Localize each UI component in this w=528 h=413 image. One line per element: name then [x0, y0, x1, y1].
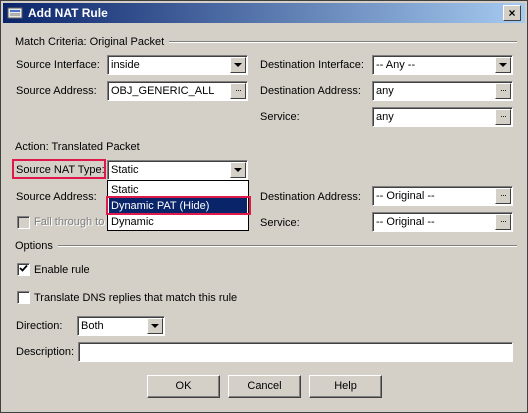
option-dynamic[interactable]: Dynamic	[109, 214, 247, 230]
source-interface-select[interactable]: inside	[107, 55, 248, 75]
translate-dns-checkbox[interactable]	[17, 291, 30, 304]
destination-address-value: any	[376, 85, 394, 97]
enable-rule-label: Enable rule	[34, 264, 90, 276]
destination-interface-select[interactable]: -- Any --	[372, 55, 513, 75]
ok-button[interactable]: OK	[147, 375, 220, 398]
service-label: Service:	[260, 111, 300, 123]
translated-service-label: Service:	[260, 217, 300, 229]
service-value: any	[376, 111, 394, 123]
description-label: Description:	[16, 346, 75, 358]
checkmark-icon	[19, 264, 28, 272]
destination-interface-label: Destination Interface:	[260, 59, 364, 71]
service-field[interactable]: any ···	[372, 107, 513, 127]
close-button[interactable]: ×	[503, 5, 521, 21]
highlight-outline	[106, 196, 251, 215]
translated-service-value: -- Original --	[376, 216, 435, 228]
chevron-down-icon[interactable]	[495, 57, 511, 73]
direction-value: Both	[81, 320, 104, 332]
translate-dns-label: Translate DNS replies that match this ru…	[34, 292, 238, 304]
ellipsis-browse-icon[interactable]: ···	[495, 109, 511, 125]
ellipsis-browse-icon[interactable]: ···	[495, 214, 511, 230]
title-bar[interactable]: Add NAT Rule ×	[3, 3, 525, 23]
options-title: Options	[15, 240, 53, 252]
translated-destination-address-label: Destination Address:	[260, 191, 361, 203]
destination-interface-value: -- Any --	[376, 59, 416, 71]
ellipsis-browse-icon[interactable]: ···	[495, 83, 511, 99]
enable-rule-checkbox[interactable]	[17, 263, 30, 276]
cancel-button[interactable]: Cancel	[228, 375, 301, 398]
source-address-value: OBJ_GENERIC_ALL	[111, 85, 215, 97]
source-address-label: Source Address:	[16, 85, 97, 97]
ellipsis-browse-icon[interactable]: ···	[230, 83, 246, 99]
source-address-field[interactable]: OBJ_GENERIC_ALL ···	[107, 81, 248, 101]
ellipsis-browse-icon[interactable]: ···	[495, 188, 511, 204]
highlight-outline	[12, 159, 106, 179]
fall-through-label: Fall through to	[34, 216, 105, 228]
chevron-down-icon[interactable]	[230, 57, 246, 73]
description-input[interactable]	[78, 342, 513, 362]
asdm-window-icon	[7, 7, 23, 19]
source-nat-type-select[interactable]: Static	[107, 160, 248, 180]
translated-destination-address-field[interactable]: -- Original -- ···	[372, 186, 513, 206]
match-criteria-section: Match Criteria: Original Packet	[15, 35, 517, 49]
translated-service-field[interactable]: -- Original -- ···	[372, 212, 513, 232]
chevron-down-icon[interactable]	[230, 162, 246, 178]
direction-select[interactable]: Both	[77, 316, 165, 336]
translated-destination-address-value: -- Original --	[376, 190, 435, 202]
section-divider	[169, 41, 517, 43]
translated-source-address-label: Source Address:	[16, 191, 97, 203]
help-button[interactable]: Help	[309, 375, 382, 398]
source-interface-label: Source Interface:	[16, 59, 100, 71]
source-interface-value: inside	[111, 59, 140, 71]
window-title: Add NAT Rule	[28, 6, 108, 20]
destination-address-label: Destination Address:	[260, 85, 361, 97]
match-criteria-title: Match Criteria: Original Packet	[15, 36, 165, 48]
fall-through-checkbox[interactable]	[17, 216, 30, 229]
destination-address-field[interactable]: any ···	[372, 81, 513, 101]
options-section: Options	[15, 239, 517, 253]
add-nat-rule-dialog: Add NAT Rule × Match Criteria: Original …	[0, 0, 528, 413]
section-divider	[57, 245, 517, 247]
direction-label: Direction:	[16, 320, 63, 332]
close-icon: ×	[508, 6, 516, 20]
source-nat-type-value: Static	[111, 164, 139, 176]
chevron-down-icon[interactable]	[147, 318, 163, 334]
action-title: Action: Translated Packet	[15, 141, 140, 153]
